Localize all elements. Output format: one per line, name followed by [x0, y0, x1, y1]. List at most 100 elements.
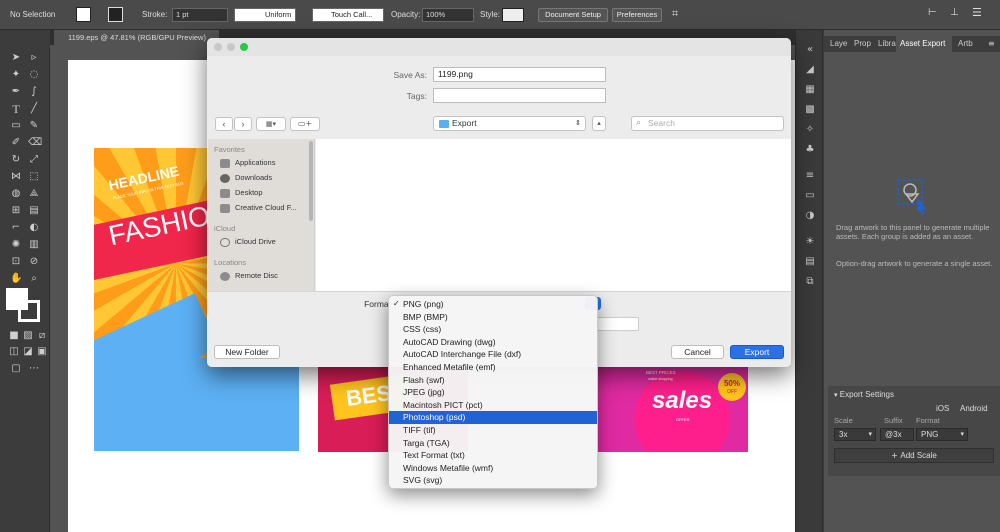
screen-mode-icon[interactable]: ▢ — [10, 363, 22, 375]
save-as-input[interactable]: 1199.png — [433, 67, 606, 82]
search-field[interactable]: ⌕ Search — [631, 116, 784, 131]
eraser-icon[interactable]: ⌫ — [28, 137, 42, 149]
rectangle-icon[interactable]: ▭ — [10, 120, 22, 132]
style-swatch[interactable] — [502, 8, 524, 22]
format-option[interactable]: JPEG (jpg) — [389, 386, 597, 398]
color-mode-icon[interactable]: ■ — [8, 330, 20, 342]
ios-preset-link[interactable]: iOS — [936, 404, 949, 413]
artboard-icon[interactable]: ⊡ — [10, 256, 22, 268]
export-button[interactable]: Export — [730, 345, 784, 359]
rotate-icon[interactable]: ↻ — [10, 154, 22, 166]
draw-inside-icon[interactable]: ▣ — [36, 346, 48, 358]
close-button[interactable] — [214, 43, 222, 51]
collapse-panels-icon[interactable]: « — [804, 44, 816, 56]
color-guide-icon[interactable]: ▦ — [804, 84, 816, 96]
tab-properties[interactable]: Prop — [850, 36, 874, 52]
blend-icon[interactable]: ◐ — [28, 222, 40, 234]
forward-button[interactable]: › — [234, 117, 252, 131]
format-option[interactable]: TIFF (tif) — [389, 424, 597, 436]
preferences-button[interactable]: Preferences — [612, 8, 662, 22]
new-folder-toolbar-button[interactable]: ▭+ — [290, 117, 320, 131]
format-option[interactable]: Windows Metafile (wmf) — [389, 462, 597, 474]
arrange-documents-icon[interactable]: ⌗ — [672, 7, 678, 21]
pen-icon[interactable]: ✒ — [10, 86, 22, 98]
sidebar-item-remote-disc[interactable]: Remote Disc — [220, 271, 278, 281]
zoom-button[interactable] — [240, 43, 248, 51]
sidebar-item-downloads[interactable]: Downloads — [220, 173, 272, 183]
poster-sales[interactable]: BEST PRICES online shopping sales OFFER … — [598, 365, 748, 452]
stroke-swatch[interactable] — [108, 7, 123, 22]
format-option[interactable]: CSS (css) — [389, 323, 597, 335]
tags-input[interactable] — [433, 88, 606, 103]
column-graph-icon[interactable]: ▥ — [28, 239, 40, 251]
hand-icon[interactable]: ✋ — [10, 273, 22, 285]
stroke-profile-select[interactable]: Uniform — [234, 8, 296, 22]
curvature-icon[interactable]: ∫ — [28, 86, 40, 98]
format-option[interactable]: AutoCAD Drawing (dwg) — [389, 336, 597, 348]
scale-icon[interactable]: ⤢ — [28, 154, 40, 166]
document-tab[interactable]: 1199.eps @ 47.81% (RGB/GPU Preview) — [54, 30, 219, 45]
format-option[interactable]: Macintosh PICT (pct) — [389, 399, 597, 411]
format-option[interactable]: Photoshop (psd) — [389, 411, 597, 424]
format-select[interactable]: PNG ▾ — [916, 428, 968, 441]
opacity-field[interactable]: 100% — [422, 8, 474, 22]
magic-wand-icon[interactable]: ✦ — [10, 69, 22, 81]
paintbrush-icon[interactable]: ✎ — [28, 120, 40, 132]
sidebar-item-desktop[interactable]: Desktop — [220, 188, 263, 198]
fill-color-icon[interactable] — [6, 288, 28, 310]
format-options-field[interactable] — [597, 317, 639, 331]
symbols-icon[interactable]: ♣ — [804, 144, 816, 156]
gradient-panel-icon[interactable]: ▭ — [804, 190, 816, 202]
format-option[interactable]: Flash (swf) — [389, 374, 597, 386]
format-option[interactable]: PNG (png) — [389, 298, 597, 310]
lasso-icon[interactable]: ◌ — [28, 69, 40, 81]
eyedropper-icon[interactable]: ⌐ — [10, 222, 22, 234]
document-setup-button[interactable]: Document Setup — [538, 8, 608, 22]
expand-button[interactable]: ▴ — [592, 116, 606, 131]
align-left-icon[interactable]: ⊢ — [928, 7, 937, 18]
android-preset-link[interactable]: Android — [960, 404, 988, 413]
draw-normal-icon[interactable]: ◫ — [8, 346, 20, 358]
sidebar-item-icloud-drive[interactable]: iCloud Drive — [220, 237, 276, 247]
none-mode-icon[interactable]: ⧄ — [36, 330, 48, 342]
add-scale-button[interactable]: + Add Scale — [834, 448, 994, 463]
gradient-mode-icon[interactable]: ▨ — [22, 330, 34, 342]
minimize-button[interactable] — [227, 43, 235, 51]
line-segment-icon[interactable]: ╱ — [28, 103, 40, 115]
shaper-icon[interactable]: ✐ — [10, 137, 22, 149]
format-option[interactable]: Text Format (txt) — [389, 449, 597, 461]
shape-builder-icon[interactable]: ◍ — [10, 188, 22, 200]
graphic-styles-icon[interactable]: ▤ — [804, 256, 816, 268]
back-button[interactable]: ‹ — [215, 117, 233, 131]
symbol-sprayer-icon[interactable]: ✺ — [10, 239, 22, 251]
file-browser[interactable] — [316, 139, 791, 291]
align-center-icon[interactable]: ⊥ — [950, 7, 959, 18]
appearance-icon[interactable]: ☀ — [804, 236, 816, 248]
export-settings-header[interactable]: ▾ Export Settings — [834, 390, 894, 399]
mesh-icon[interactable]: ⊞ — [10, 205, 22, 217]
location-select[interactable]: Export ⇕ — [433, 116, 586, 131]
tab-artboards[interactable]: Artb — [954, 36, 978, 52]
align-panel-icon[interactable]: ⧉ — [804, 276, 816, 288]
format-option[interactable]: BMP (BMP) — [389, 311, 597, 323]
color-panel-icon[interactable]: ◢ — [804, 64, 816, 76]
more-tools-icon[interactable]: ⋯ — [28, 363, 40, 375]
scale-select[interactable]: 3x ▾ — [834, 428, 876, 441]
swatches-icon[interactable]: ▩ — [804, 104, 816, 116]
sidebar-item-creative-cloud[interactable]: Creative Cloud F... — [220, 203, 297, 213]
type-icon[interactable]: T — [10, 103, 22, 115]
zoom-icon[interactable]: ⌕ — [28, 273, 40, 285]
slice-icon[interactable]: ⊘ — [28, 256, 40, 268]
direct-selection-icon[interactable]: ▹ — [28, 52, 40, 64]
format-option[interactable]: AutoCAD Interchange File (dxf) — [389, 348, 597, 360]
view-mode-button[interactable]: ▦▾ — [256, 117, 286, 131]
sidebar-item-applications[interactable]: Applications — [220, 158, 275, 168]
width-icon[interactable]: ⋈ — [10, 171, 22, 183]
sidebar-scrollbar[interactable] — [309, 141, 313, 221]
cancel-button[interactable]: Cancel — [671, 345, 724, 359]
menu-icon[interactable]: ☰ — [972, 6, 982, 19]
transparency-icon[interactable]: ◑ — [804, 210, 816, 222]
tab-layers[interactable]: Laye — [826, 36, 848, 52]
stroke-weight-field[interactable]: 1 pt — [172, 8, 228, 22]
stroke-panel-icon[interactable]: ≡ — [804, 170, 816, 182]
